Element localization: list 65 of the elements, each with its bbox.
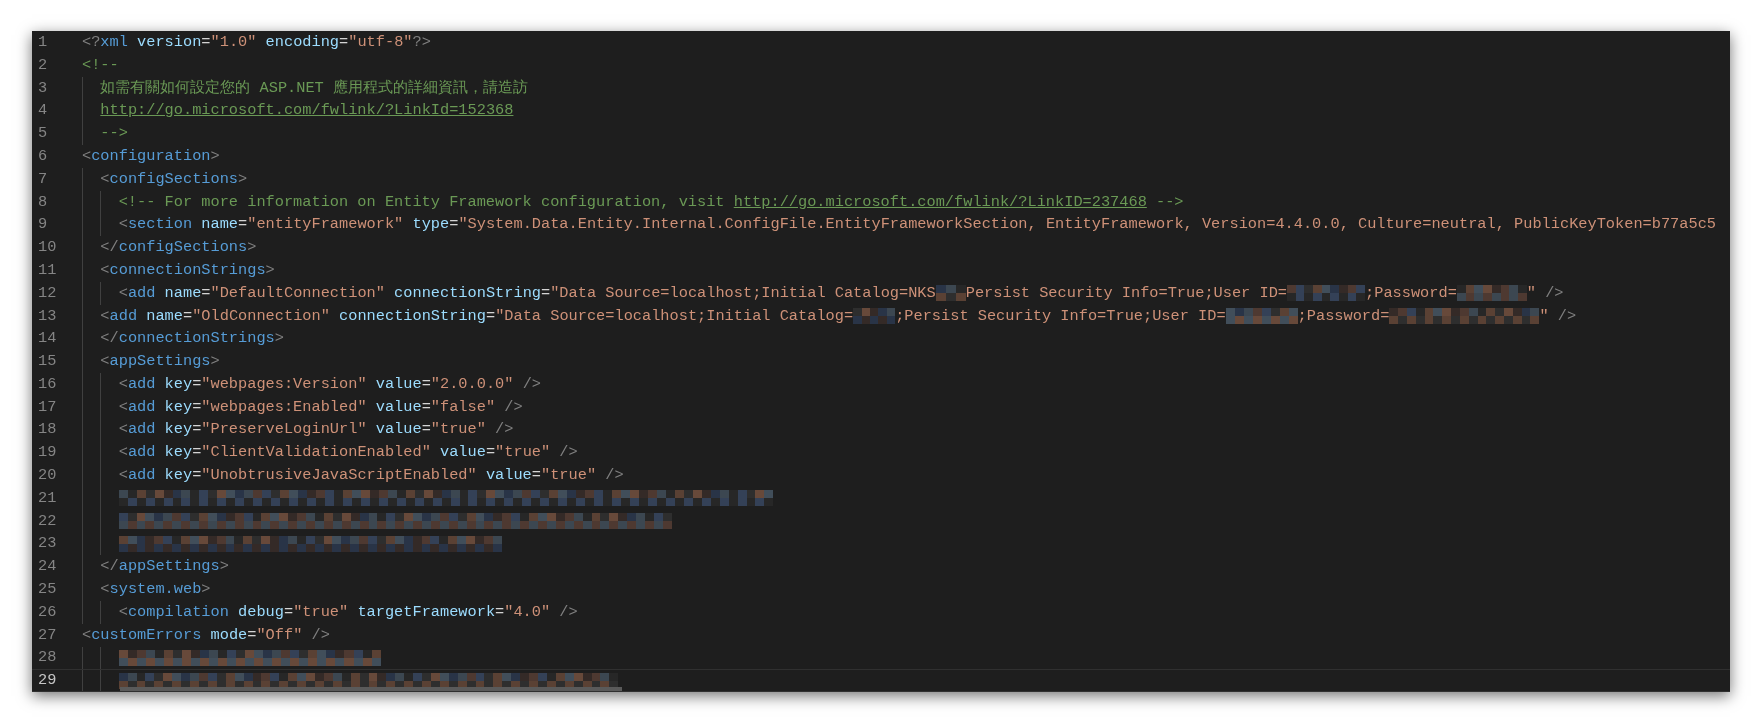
line-number: 28 [37,647,58,669]
code-text: --> [100,123,128,145]
code-text: </appSettings> [100,556,229,578]
line-number: 1 [37,31,49,53]
code-text: <add name="DefaultConnection" connectionString="Data Source=localhost;Initial Catalog=NKS [118,282,936,304]
scrollbar-thumb[interactable] [120,687,622,692]
line-number: 17 [37,396,58,418]
code-text: ;Persist Security Info=True;User ID= [895,305,1226,327]
line-number: 4 [37,100,49,122]
code-text: <!-- [82,54,119,76]
line-number: 23 [37,533,58,555]
line-number: 26 [37,601,58,623]
code-text: <section name="entityFramework" type="System.Data.Entity.Internal.ConfigFile.EntityFrameworkSection, EntityFramework, Version=4.4.0.0, Culture=neutral, PublicKeyToken=b77a5c5 [118,214,1716,236]
line-number: 24 [37,556,58,578]
code-text: <?xml version="1.0" encoding="utf-8"?> [82,31,431,53]
line-number: 9 [37,214,49,236]
comment-link[interactable]: http://go.microsoft.com/fwlink/?LinkID=237468 [733,190,1147,214]
line-number: 6 [37,145,49,167]
line-number: 21 [37,487,58,509]
code-text: <add key="ClientValidationEnabled" value="true" /> [118,442,578,464]
code-text: <connectionStrings> [100,259,275,281]
line-number: 22 [37,510,58,532]
line-number: 16 [37,373,58,395]
code-text: " /> [1526,282,1564,304]
code-text: <system.web> [100,579,211,601]
line-number: 8 [37,191,49,213]
code-text: ;Password= [1365,282,1457,304]
code-text: Persist Security Info=True;User ID= [965,282,1288,304]
line-number: 27 [37,624,58,646]
code-text: --> [1155,191,1184,213]
line-number: 13 [37,305,58,327]
line-number: 7 [37,168,49,190]
code-text: <compilation debug="true" targetFramework="4.0" /> [118,601,578,623]
line-number: 5 [37,123,49,145]
line-number: 3 [37,77,49,99]
code-text: <add key="UnobtrusiveJavaScriptEnabled" value="true" /> [118,465,624,487]
code-text: " /> [1539,305,1577,327]
code-text: <add key="PreserveLoginUrl" value="true" /> [118,419,514,441]
code-text: <add key="webpages:Version" value="2.0.0.0" /> [118,373,541,395]
line-number: 10 [37,237,58,259]
redacted-block [935,285,966,302]
code-text: <configuration> [82,145,220,167]
line-number: 2 [37,54,49,76]
line-number: 20 [37,465,58,487]
line-number: 18 [37,419,58,441]
line-number: 14 [37,328,58,350]
comment-link[interactable]: http://go.microsoft.com/fwlink/?LinkId=152368 [100,99,514,123]
line-number: 12 [37,282,58,304]
code-text: <add name="OldConnection" connectionString="Data Source=localhost;Initial Catalog= [100,305,854,327]
code-text: 如需有關如何設定您的 ASP.NET 應用程式的詳細資訊，請造訪 [100,77,528,99]
code-text: </connectionStrings> [100,328,284,350]
line-number: 15 [37,351,58,373]
code-text: <configSections> [100,168,248,190]
code-text: ;Password= [1297,305,1390,327]
code-text: <add key="webpages:Enabled" value="false" /> [118,396,523,418]
line-number: 25 [37,579,58,601]
redacted-block [1456,285,1527,302]
redacted-block [853,307,896,324]
code-text: <customErrors mode="Off" /> [82,624,330,646]
line-number: 29 [37,670,58,692]
line-number: 11 [37,259,58,281]
code-text: <appSettings> [100,351,220,373]
code-text: <!-- For more information on Entity Framework configuration, visit [118,191,726,213]
code-text: </configSections> [100,237,257,259]
line-number: 19 [37,442,58,464]
